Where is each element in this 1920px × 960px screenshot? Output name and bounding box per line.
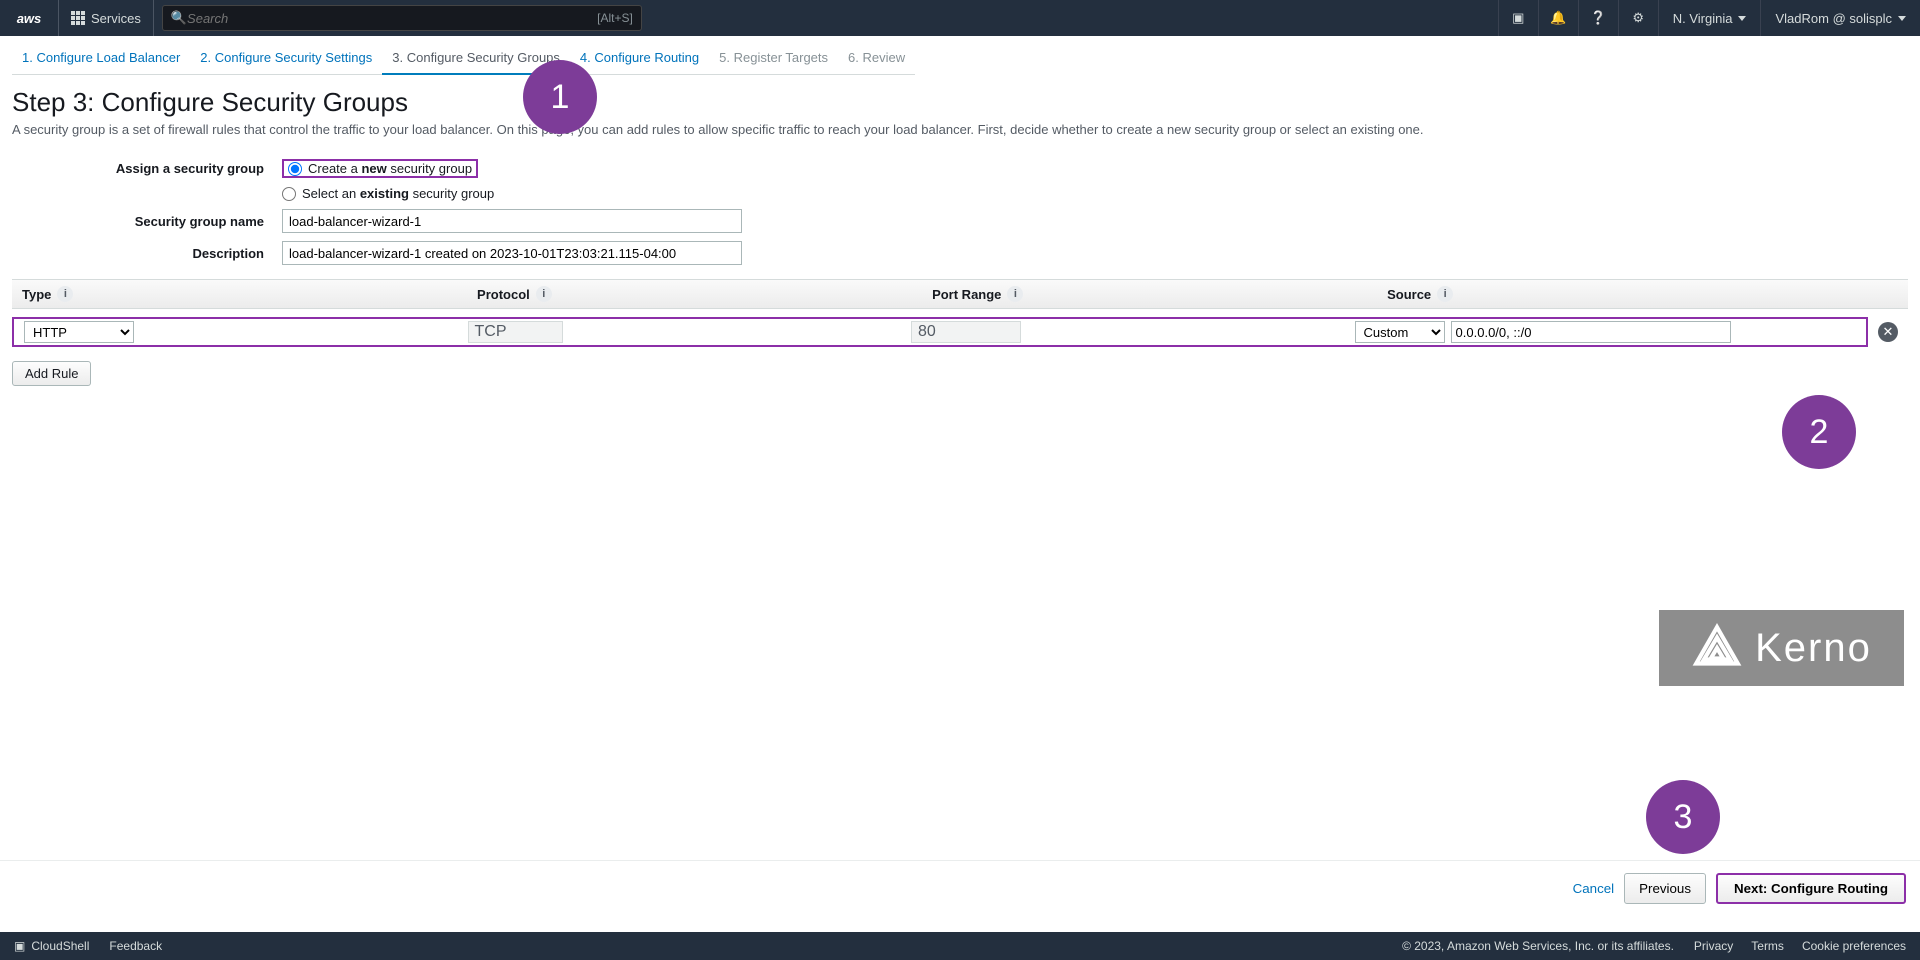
sg-desc-input[interactable] (282, 241, 742, 265)
col-port: Port Range (932, 287, 1001, 302)
step-1[interactable]: 1. Configure Load Balancer (12, 46, 190, 75)
annotation-2: 2 (1782, 395, 1856, 469)
step-6[interactable]: 6. Review (838, 46, 915, 75)
search-shortcut: [Alt+S] (597, 11, 633, 25)
kerno-logo-icon (1691, 622, 1743, 674)
rule-row-wrap: HTTP TCP 80 Custom ✕ (12, 309, 1908, 355)
rule-protocol: TCP (468, 321, 563, 343)
services-menu[interactable]: Services (58, 0, 154, 36)
account-menu[interactable]: VladRom @ solisplc (1760, 0, 1920, 36)
step-5[interactable]: 5. Register Targets (709, 46, 838, 75)
wizard-steps: 1. Configure Load Balancer 2. Configure … (0, 36, 1920, 75)
step-4[interactable]: 4. Configure Routing (570, 46, 709, 75)
wizard-footer: Cancel Previous Next: Configure Routing (0, 860, 1920, 916)
notifications-icon[interactable]: 🔔 (1538, 0, 1578, 36)
settings-gear-icon[interactable]: ⚙ (1618, 0, 1658, 36)
annotation-3: 3 (1646, 780, 1720, 854)
cloudshell-icon: ▣ (14, 939, 25, 953)
terms-link[interactable]: Terms (1751, 939, 1784, 953)
radio-select-existing-input[interactable] (282, 187, 296, 201)
highlight-rule-row: HTTP TCP 80 Custom (12, 317, 1868, 347)
add-rule-button[interactable]: Add Rule (12, 361, 91, 386)
rule-cidr-input[interactable] (1451, 321, 1731, 343)
col-type: Type (22, 287, 51, 302)
feedback-link[interactable]: Feedback (109, 939, 162, 953)
radio-select-existing[interactable]: Select an existing security group (282, 186, 494, 201)
sg-name-input[interactable] (282, 209, 742, 233)
rule-port: 80 (911, 321, 1021, 343)
main-content: Step 3: Configure Security Groups A secu… (0, 75, 1920, 386)
help-icon[interactable]: ❔ (1578, 0, 1618, 36)
remove-rule-icon[interactable]: ✕ (1878, 322, 1898, 342)
radio-create-new[interactable]: Create a new security group (288, 161, 472, 176)
rules-table: Typei Protocoli Port Rangei Sourcei HTTP… (12, 279, 1908, 386)
sg-name-label: Security group name (12, 214, 282, 229)
services-label: Services (91, 11, 141, 26)
annotation-1: 1 (523, 60, 597, 134)
global-search[interactable]: 🔍 [Alt+S] (162, 5, 642, 31)
rule-type-select[interactable]: HTTP (24, 321, 134, 343)
global-nav: aws Services 🔍 [Alt+S] ▣ 🔔 ❔ ⚙ N. Virgin… (0, 0, 1920, 36)
cancel-button[interactable]: Cancel (1573, 873, 1615, 904)
rule-source-select[interactable]: Custom (1355, 321, 1445, 343)
info-icon[interactable]: i (57, 286, 73, 302)
chevron-down-icon (1898, 16, 1906, 21)
col-protocol: Protocol (477, 287, 530, 302)
cookies-link[interactable]: Cookie preferences (1802, 939, 1906, 953)
radio-create-new-input[interactable] (288, 162, 302, 176)
copyright: © 2023, Amazon Web Services, Inc. or its… (1402, 939, 1674, 953)
col-source: Source (1387, 287, 1431, 302)
highlight-create-new: Create a new security group (282, 159, 478, 178)
sg-desc-label: Description (12, 246, 282, 261)
search-icon: 🔍 (171, 10, 187, 26)
rules-header: Typei Protocoli Port Rangei Sourcei (12, 279, 1908, 309)
region-label: N. Virginia (1673, 11, 1733, 26)
info-icon[interactable]: i (1437, 286, 1453, 302)
chevron-down-icon (1738, 16, 1746, 21)
search-input[interactable] (187, 11, 597, 26)
aws-logo[interactable]: aws (0, 11, 58, 26)
cloudshell-icon[interactable]: ▣ (1498, 0, 1538, 36)
user-label: VladRom @ solisplc (1775, 11, 1892, 26)
assign-sg-label: Assign a security group (12, 161, 282, 176)
info-icon[interactable]: i (1007, 286, 1023, 302)
page-description: A security group is a set of firewall ru… (12, 122, 1908, 137)
info-icon[interactable]: i (536, 286, 552, 302)
cloudshell-link[interactable]: ▣CloudShell (14, 939, 89, 953)
privacy-link[interactable]: Privacy (1694, 939, 1733, 953)
grid-icon (71, 11, 85, 25)
next-button[interactable]: Next: Configure Routing (1716, 873, 1906, 904)
kerno-text: Kerno (1755, 626, 1872, 671)
step-2[interactable]: 2. Configure Security Settings (190, 46, 382, 75)
region-selector[interactable]: N. Virginia (1658, 0, 1761, 36)
previous-button[interactable]: Previous (1624, 873, 1706, 904)
console-footer: ▣CloudShell Feedback © 2023, Amazon Web … (0, 932, 1920, 960)
page-title: Step 3: Configure Security Groups (12, 87, 1908, 118)
kerno-watermark: Kerno (1659, 610, 1904, 686)
